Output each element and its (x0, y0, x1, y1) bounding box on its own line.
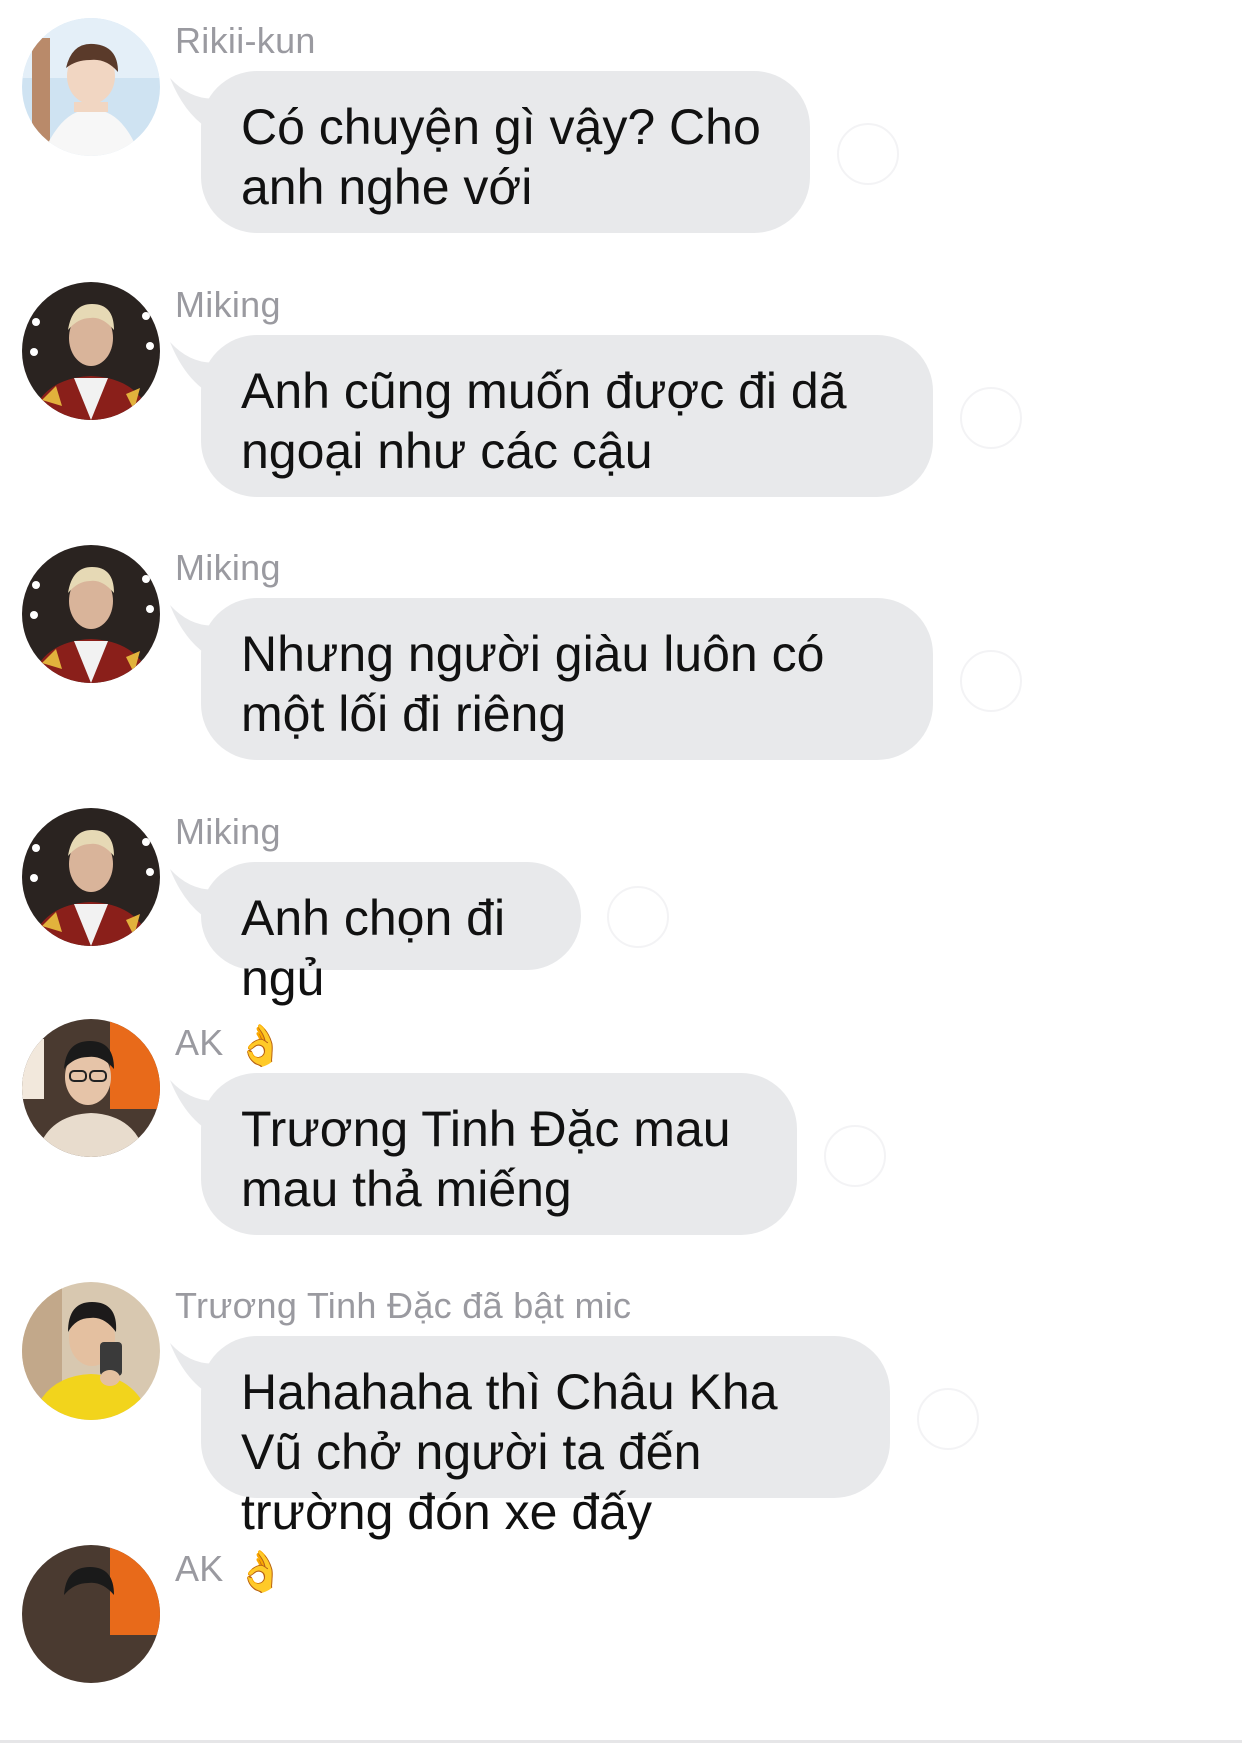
message-text: Trương Tinh Đặc mau mau thả miếng (241, 1101, 731, 1217)
chat-thread: Rikii-kun Có chuyện gì vậy? Cho anh nghe… (0, 0, 1242, 1749)
message-bubble[interactable]: Anh chọn đi ngủ (201, 862, 581, 1006)
sender-name: AK 👌 (175, 1022, 286, 1068)
sender-name: Miking (175, 547, 281, 588)
sender-name: Rikii-kun (175, 20, 316, 61)
message-text: Nhưng người giàu luôn có một lối đi riên… (241, 626, 825, 742)
avatar-truong[interactable] (22, 1282, 160, 1420)
message-bubble[interactable]: Anh cũng muốn được đi dã ngoại như các c… (201, 335, 933, 497)
message-text: Có chuyện gì vậy? Cho anh nghe với (241, 99, 761, 215)
reaction-button[interactable] (607, 886, 669, 948)
sender-name: Miking (175, 284, 281, 325)
sender-name: Miking (175, 811, 281, 852)
ok-hand-emoji: 👌 (235, 1024, 286, 1068)
reaction-button[interactable] (917, 1388, 979, 1450)
avatar-ak[interactable] (22, 1545, 160, 1683)
message-bubble[interactable]: Hahahaha thì Châu Kha Vũ chở người ta đế… (201, 1336, 890, 1540)
sender-name: AK 👌 (175, 1548, 286, 1594)
reaction-button[interactable] (837, 123, 899, 185)
message-text: Hahahaha thì Châu Kha Vũ chở người ta đế… (241, 1364, 778, 1540)
reaction-button[interactable] (960, 387, 1022, 449)
message-text: Anh cũng muốn được đi dã ngoại như các c… (241, 363, 847, 479)
message-text: Anh chọn đi ngủ (241, 890, 506, 1006)
message-bubble[interactable]: Trương Tinh Đặc mau mau thả miếng (201, 1073, 797, 1235)
avatar-miking[interactable] (22, 282, 160, 420)
message-bubble[interactable]: Có chuyện gì vậy? Cho anh nghe với (201, 71, 810, 233)
message-bubble[interactable]: Nhưng người giàu luôn có một lối đi riên… (201, 598, 933, 760)
reaction-button[interactable] (824, 1125, 886, 1187)
avatar-miking[interactable] (22, 545, 160, 683)
bottom-mask (0, 1743, 1242, 1749)
ok-hand-emoji: 👌 (235, 1550, 286, 1594)
avatar-rikii[interactable] (22, 18, 160, 156)
sender-name: Trương Tinh Đặc đã bật mic (175, 1285, 632, 1326)
reaction-button[interactable] (960, 650, 1022, 712)
avatar-ak[interactable] (22, 1019, 160, 1157)
avatar-miking[interactable] (22, 808, 160, 946)
